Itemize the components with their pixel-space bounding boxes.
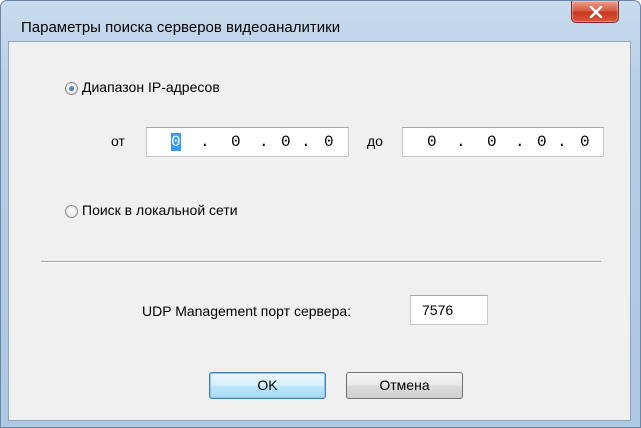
from-ip-octet-2[interactable]: 0 <box>231 133 241 151</box>
from-ip-dot-3: . <box>301 133 311 151</box>
to-ip-octet-1[interactable]: 0 <box>427 133 437 151</box>
to-ip-input[interactable]: 0 . 0 . 0 . 0 <box>402 127 604 157</box>
port-input[interactable]: 7576 <box>410 295 488 325</box>
from-ip-dot-1: . <box>200 133 210 151</box>
to-ip-octet-4[interactable]: 0 <box>580 133 590 151</box>
dialog-content: Диапазон IP-адресов от 0 . 0 . 0 . 0 до … <box>8 41 631 421</box>
local-network-radio-label[interactable]: Поиск в локальной сети <box>82 202 238 218</box>
to-ip-dot-1: . <box>456 133 466 151</box>
window-title: Параметры поиска серверов видеоаналитики <box>21 19 341 36</box>
from-ip-input[interactable]: 0 . 0 . 0 . 0 <box>146 127 349 157</box>
ok-button[interactable]: OK <box>209 372 326 399</box>
from-ip-octet-4[interactable]: 0 <box>324 133 334 151</box>
from-ip-dot-2: . <box>259 133 269 151</box>
range-radio[interactable] <box>65 82 78 95</box>
range-radio-label[interactable]: Диапазон IP-адресов <box>82 79 220 95</box>
cancel-button[interactable]: Отмена <box>346 372 463 399</box>
to-ip-dot-3: . <box>557 133 567 151</box>
local-network-radio[interactable] <box>65 205 78 218</box>
close-button[interactable] <box>571 1 619 23</box>
to-ip-octet-3[interactable]: 0 <box>537 133 547 151</box>
from-ip-octet-1[interactable]: 0 <box>171 133 181 151</box>
radio-selected-dot <box>69 86 74 91</box>
to-ip-octet-2[interactable]: 0 <box>487 133 497 151</box>
title-bar[interactable]: Параметры поиска серверов видеоаналитики <box>1 1 640 41</box>
close-icon <box>589 6 603 18</box>
to-ip-dot-2: . <box>515 133 525 151</box>
separator-line <box>41 261 601 263</box>
port-label: UDP Management порт сервера: <box>142 303 352 319</box>
from-label: от <box>111 133 125 149</box>
from-ip-octet-3[interactable]: 0 <box>281 133 291 151</box>
to-label: до <box>367 133 383 149</box>
dialog-window: Параметры поиска серверов видеоаналитики… <box>0 0 641 428</box>
